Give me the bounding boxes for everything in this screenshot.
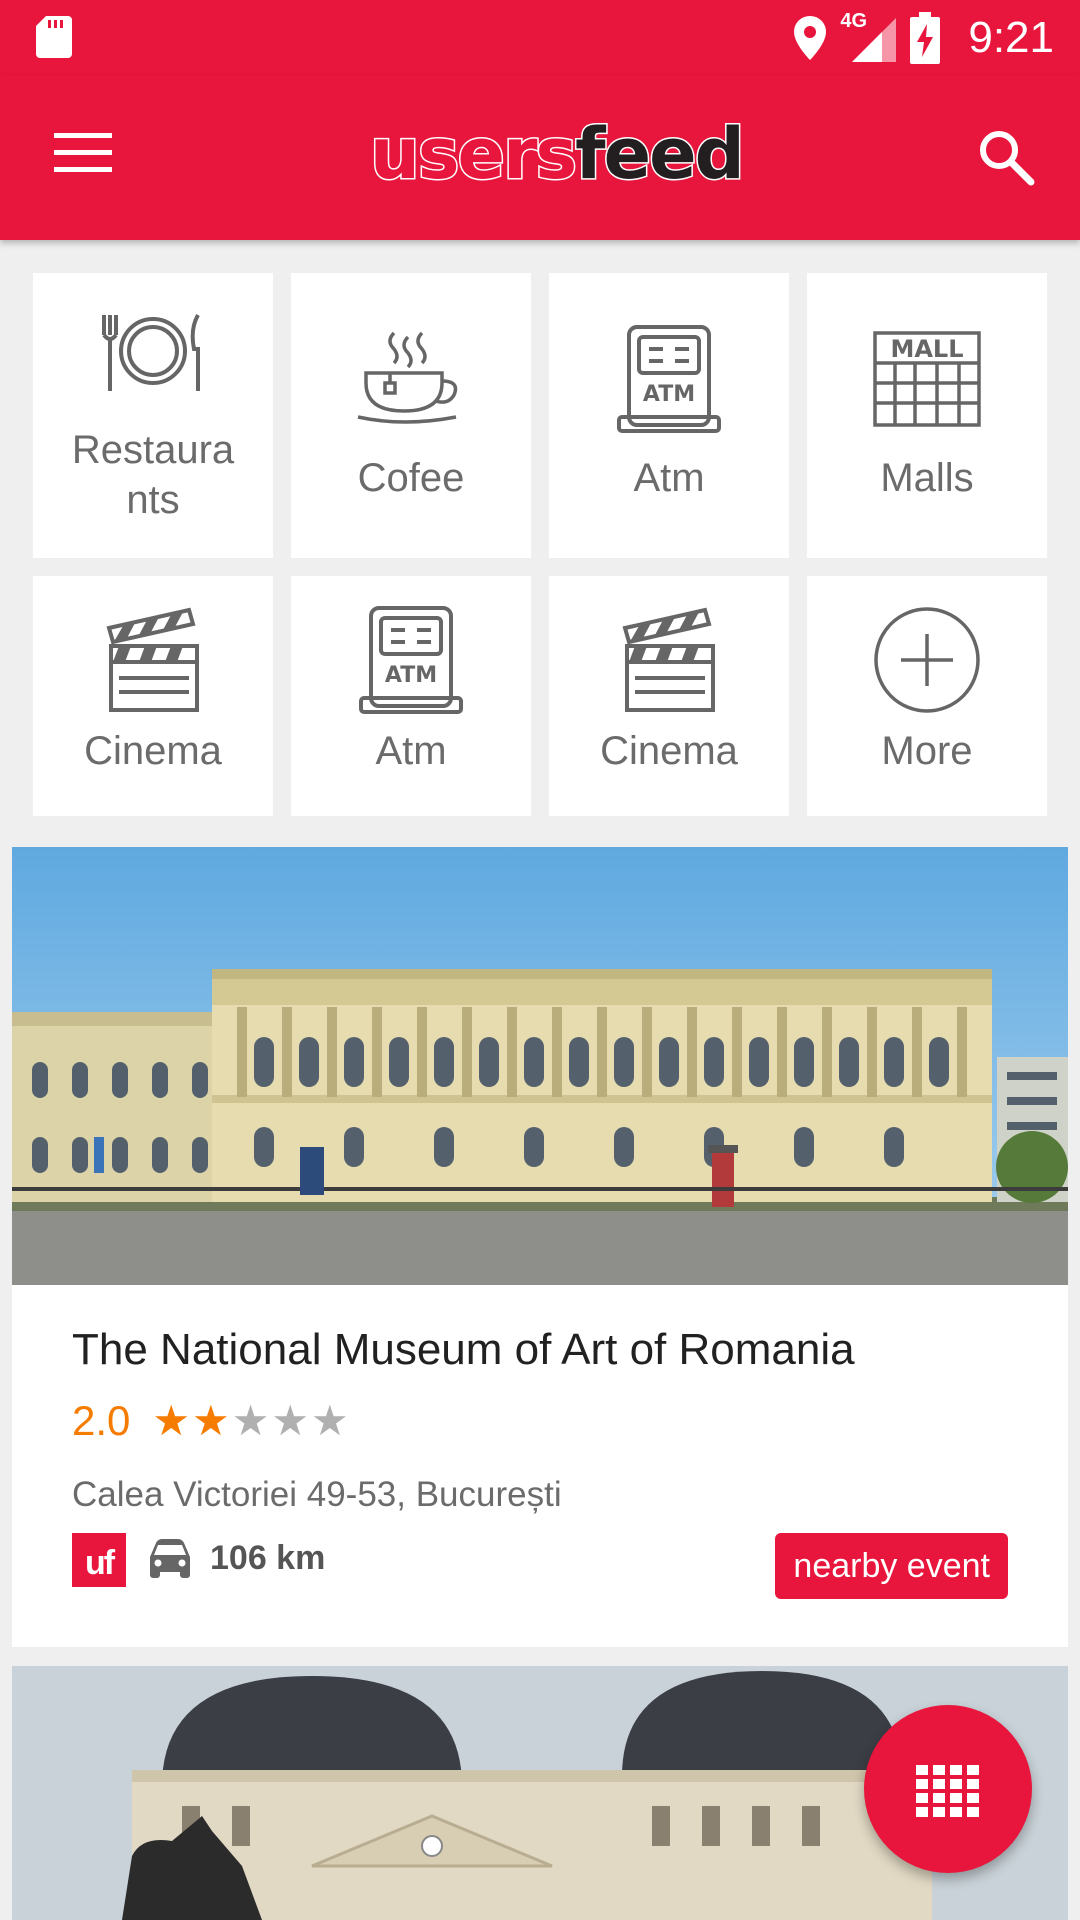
coffee-cup-icon — [357, 331, 458, 424]
search-icon[interactable] — [976, 127, 1036, 187]
rating-value: 2.0 — [72, 1397, 131, 1444]
fork-plate-knife-icon — [102, 314, 200, 391]
category-label: Atm — [633, 456, 705, 500]
star-empty-icon: ★ — [311, 1397, 349, 1444]
mall-icon: MALL — [873, 331, 981, 427]
category-label: Restaura nts — [71, 428, 235, 522]
rating-stars: ★ ★ ★ ★ ★ — [152, 1400, 348, 1442]
atm-icon: ATM — [359, 606, 463, 714]
clapperboard-icon — [106, 607, 199, 712]
app-bar: users feed — [0, 75, 1080, 240]
app-logo: users feed — [368, 112, 747, 197]
category-tile-atm[interactable]: ATM Atm — [291, 576, 531, 816]
place-card[interactable]: The National Museum of Art of Romania 2.… — [12, 847, 1068, 1647]
car-icon — [150, 1539, 190, 1578]
plus-circle-icon — [874, 607, 980, 713]
category-label: Cinema — [600, 729, 738, 773]
atm-icon: ATM — [617, 325, 721, 433]
svg-text:ATM: ATM — [643, 382, 695, 407]
category-tile-coffee[interactable]: Cofee — [291, 273, 531, 558]
category-tile-cinema[interactable]: Cinema — [33, 576, 273, 816]
location-pin-icon — [794, 16, 827, 60]
place-address: Calea Victoriei 49-53, București — [72, 1475, 562, 1514]
category-grid: Restaura nts Cofee ATM Atm MALL Malls Ci… — [33, 273, 1047, 816]
distance-label: 106 km — [210, 1539, 326, 1577]
grid-menu-button[interactable] — [864, 1705, 1032, 1873]
category-tile-cinema[interactable]: Cinema — [549, 576, 789, 816]
category-label: More — [881, 729, 973, 773]
star-filled-icon: ★ — [192, 1397, 230, 1444]
logo-users-text: users — [368, 112, 578, 197]
menu-icon[interactable] — [54, 131, 112, 175]
place-photo — [12, 847, 1068, 1285]
category-label: Cinema — [84, 729, 222, 773]
category-tile-more[interactable]: More — [807, 576, 1047, 816]
category-label: Malls — [880, 456, 974, 500]
svg-text:MALL: MALL — [890, 335, 963, 363]
star-empty-icon: ★ — [271, 1397, 310, 1444]
category-tile-atm[interactable]: ATM Atm — [549, 273, 789, 558]
battery-charging-icon — [910, 12, 941, 64]
logo-feed-text: feed — [574, 112, 747, 197]
svg-text:ATM: ATM — [385, 663, 437, 688]
category-tile-malls[interactable]: MALL Malls — [807, 273, 1047, 558]
signal-icon: 4G — [840, 10, 897, 62]
star-empty-icon: ★ — [231, 1397, 270, 1444]
rating: 2.0 ★ ★ ★ ★ ★ — [72, 1397, 349, 1445]
status-bar: 4G 9:21 — [0, 0, 1080, 75]
category-label: Cofee — [357, 456, 465, 500]
clapperboard-icon — [622, 607, 715, 712]
nearby-event-button[interactable]: nearby event — [775, 1533, 1008, 1599]
sd-card-icon — [36, 16, 72, 58]
clock: 9:21 — [968, 13, 1054, 62]
category-tile-restaurants[interactable]: Restaura nts — [33, 273, 273, 558]
grid-icon — [916, 1765, 979, 1817]
star-filled-icon: ★ — [152, 1397, 191, 1444]
category-label: Atm — [375, 729, 447, 773]
usersfeed-badge: uf — [72, 1533, 126, 1587]
place-title: The National Museum of Art of Romania — [72, 1325, 855, 1374]
